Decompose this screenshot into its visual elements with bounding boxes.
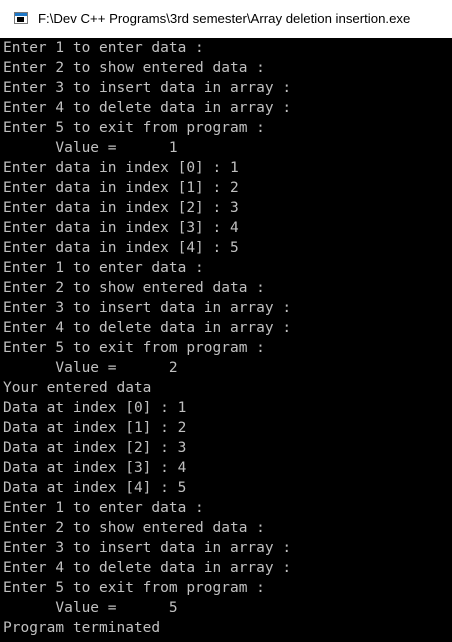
console-line: Enter 3 to insert data in array : [3, 540, 292, 556]
console-line: Enter 1 to enter data : [3, 40, 204, 56]
console-line: Enter data in index [2] : 3 [3, 200, 239, 216]
console-line: Enter 5 to exit from program : [3, 580, 265, 596]
console-line: Your entered data [3, 380, 152, 396]
console-output[interactable]: Enter 1 to enter data : Enter 2 to show … [0, 38, 452, 642]
console-line: Enter data in index [0] : 1 [3, 160, 239, 176]
console-line: Enter 5 to exit from program : [3, 120, 265, 136]
console-app-icon[interactable] [14, 12, 28, 24]
console-line: Value = 1 [3, 140, 178, 156]
console-line: Enter 5 to exit from program : [3, 340, 265, 356]
console-line: Enter 1 to enter data : [3, 260, 204, 276]
console-line: Enter 4 to delete data in array : [3, 560, 292, 576]
console-line: Data at index [0] : 1 [3, 400, 187, 416]
console-line: Enter 3 to insert data in array : [3, 300, 292, 316]
console-line: Data at index [2] : 3 [3, 440, 187, 456]
console-line: Enter 1 to enter data : [3, 500, 204, 516]
console-line: Enter 2 to show entered data : [3, 520, 265, 536]
console-line: Enter 3 to insert data in array : [3, 80, 292, 96]
console-line: Enter data in index [3] : 4 [3, 220, 239, 236]
console-line: Data at index [1] : 2 [3, 420, 187, 436]
console-line: Enter 4 to delete data in array : [3, 100, 292, 116]
console-line: Enter 2 to show entered data : [3, 60, 265, 76]
console-line: Enter 4 to delete data in array : [3, 320, 292, 336]
console-line: Data at index [3] : 4 [3, 460, 187, 476]
title-bar[interactable]: F:\Dev C++ Programs\3rd semester\Array d… [0, 0, 452, 38]
console-window: F:\Dev C++ Programs\3rd semester\Array d… [0, 0, 452, 642]
console-line: Value = 2 [3, 360, 178, 376]
window-title: F:\Dev C++ Programs\3rd semester\Array d… [38, 11, 411, 26]
console-line: Value = 5 [3, 600, 178, 616]
console-line: Enter data in index [1] : 2 [3, 180, 239, 196]
console-line: Enter 2 to show entered data : [3, 280, 265, 296]
console-line: Data at index [4] : 5 [3, 480, 187, 496]
console-line: Program terminated [3, 620, 161, 636]
console-line: Enter data in index [4] : 5 [3, 240, 239, 256]
